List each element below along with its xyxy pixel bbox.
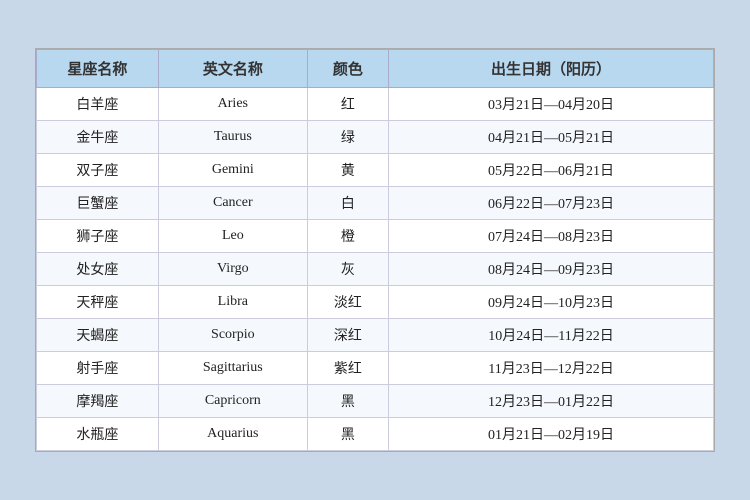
- table-row: 天蝎座Scorpio深红10月24日—11月22日: [37, 319, 714, 352]
- cell-chinese: 巨蟹座: [37, 187, 159, 220]
- cell-color: 橙: [307, 220, 388, 253]
- cell-color: 红: [307, 88, 388, 121]
- cell-dates: 09月24日—10月23日: [389, 286, 714, 319]
- cell-dates: 06月22日—07月23日: [389, 187, 714, 220]
- cell-dates: 10月24日—11月22日: [389, 319, 714, 352]
- cell-english: Sagittarius: [158, 352, 307, 385]
- table-row: 巨蟹座Cancer白06月22日—07月23日: [37, 187, 714, 220]
- cell-chinese: 狮子座: [37, 220, 159, 253]
- cell-color: 白: [307, 187, 388, 220]
- zodiac-table: 星座名称 英文名称 颜色 出生日期（阳历） 白羊座Aries红03月21日—04…: [36, 49, 714, 451]
- cell-english: Gemini: [158, 154, 307, 187]
- cell-color: 灰: [307, 253, 388, 286]
- cell-dates: 01月21日—02月19日: [389, 418, 714, 451]
- cell-chinese: 白羊座: [37, 88, 159, 121]
- table-row: 射手座Sagittarius紫红11月23日—12月22日: [37, 352, 714, 385]
- cell-chinese: 摩羯座: [37, 385, 159, 418]
- table-row: 水瓶座Aquarius黑01月21日—02月19日: [37, 418, 714, 451]
- cell-english: Cancer: [158, 187, 307, 220]
- cell-color: 紫红: [307, 352, 388, 385]
- table-row: 双子座Gemini黄05月22日—06月21日: [37, 154, 714, 187]
- header-english: 英文名称: [158, 50, 307, 88]
- cell-english: Capricorn: [158, 385, 307, 418]
- cell-color: 绿: [307, 121, 388, 154]
- cell-chinese: 处女座: [37, 253, 159, 286]
- cell-dates: 07月24日—08月23日: [389, 220, 714, 253]
- cell-color: 黄: [307, 154, 388, 187]
- cell-dates: 03月21日—04月20日: [389, 88, 714, 121]
- cell-dates: 12月23日—01月22日: [389, 385, 714, 418]
- cell-dates: 08月24日—09月23日: [389, 253, 714, 286]
- table-row: 金牛座Taurus绿04月21日—05月21日: [37, 121, 714, 154]
- cell-english: Aquarius: [158, 418, 307, 451]
- table-row: 处女座Virgo灰08月24日—09月23日: [37, 253, 714, 286]
- header-color: 颜色: [307, 50, 388, 88]
- cell-english: Taurus: [158, 121, 307, 154]
- cell-dates: 05月22日—06月21日: [389, 154, 714, 187]
- table-row: 狮子座Leo橙07月24日—08月23日: [37, 220, 714, 253]
- cell-english: Libra: [158, 286, 307, 319]
- table-row: 白羊座Aries红03月21日—04月20日: [37, 88, 714, 121]
- cell-english: Leo: [158, 220, 307, 253]
- cell-dates: 04月21日—05月21日: [389, 121, 714, 154]
- header-chinese: 星座名称: [37, 50, 159, 88]
- cell-color: 黑: [307, 385, 388, 418]
- cell-color: 深红: [307, 319, 388, 352]
- cell-chinese: 金牛座: [37, 121, 159, 154]
- header-date: 出生日期（阳历）: [389, 50, 714, 88]
- cell-english: Virgo: [158, 253, 307, 286]
- cell-dates: 11月23日—12月22日: [389, 352, 714, 385]
- cell-color: 淡红: [307, 286, 388, 319]
- table-row: 天秤座Libra淡红09月24日—10月23日: [37, 286, 714, 319]
- cell-english: Aries: [158, 88, 307, 121]
- table-body: 白羊座Aries红03月21日—04月20日金牛座Taurus绿04月21日—0…: [37, 88, 714, 451]
- cell-chinese: 水瓶座: [37, 418, 159, 451]
- cell-chinese: 射手座: [37, 352, 159, 385]
- zodiac-table-container: 星座名称 英文名称 颜色 出生日期（阳历） 白羊座Aries红03月21日—04…: [35, 48, 715, 452]
- table-header-row: 星座名称 英文名称 颜色 出生日期（阳历）: [37, 50, 714, 88]
- cell-chinese: 天秤座: [37, 286, 159, 319]
- cell-color: 黑: [307, 418, 388, 451]
- cell-chinese: 双子座: [37, 154, 159, 187]
- cell-chinese: 天蝎座: [37, 319, 159, 352]
- cell-english: Scorpio: [158, 319, 307, 352]
- table-row: 摩羯座Capricorn黑12月23日—01月22日: [37, 385, 714, 418]
